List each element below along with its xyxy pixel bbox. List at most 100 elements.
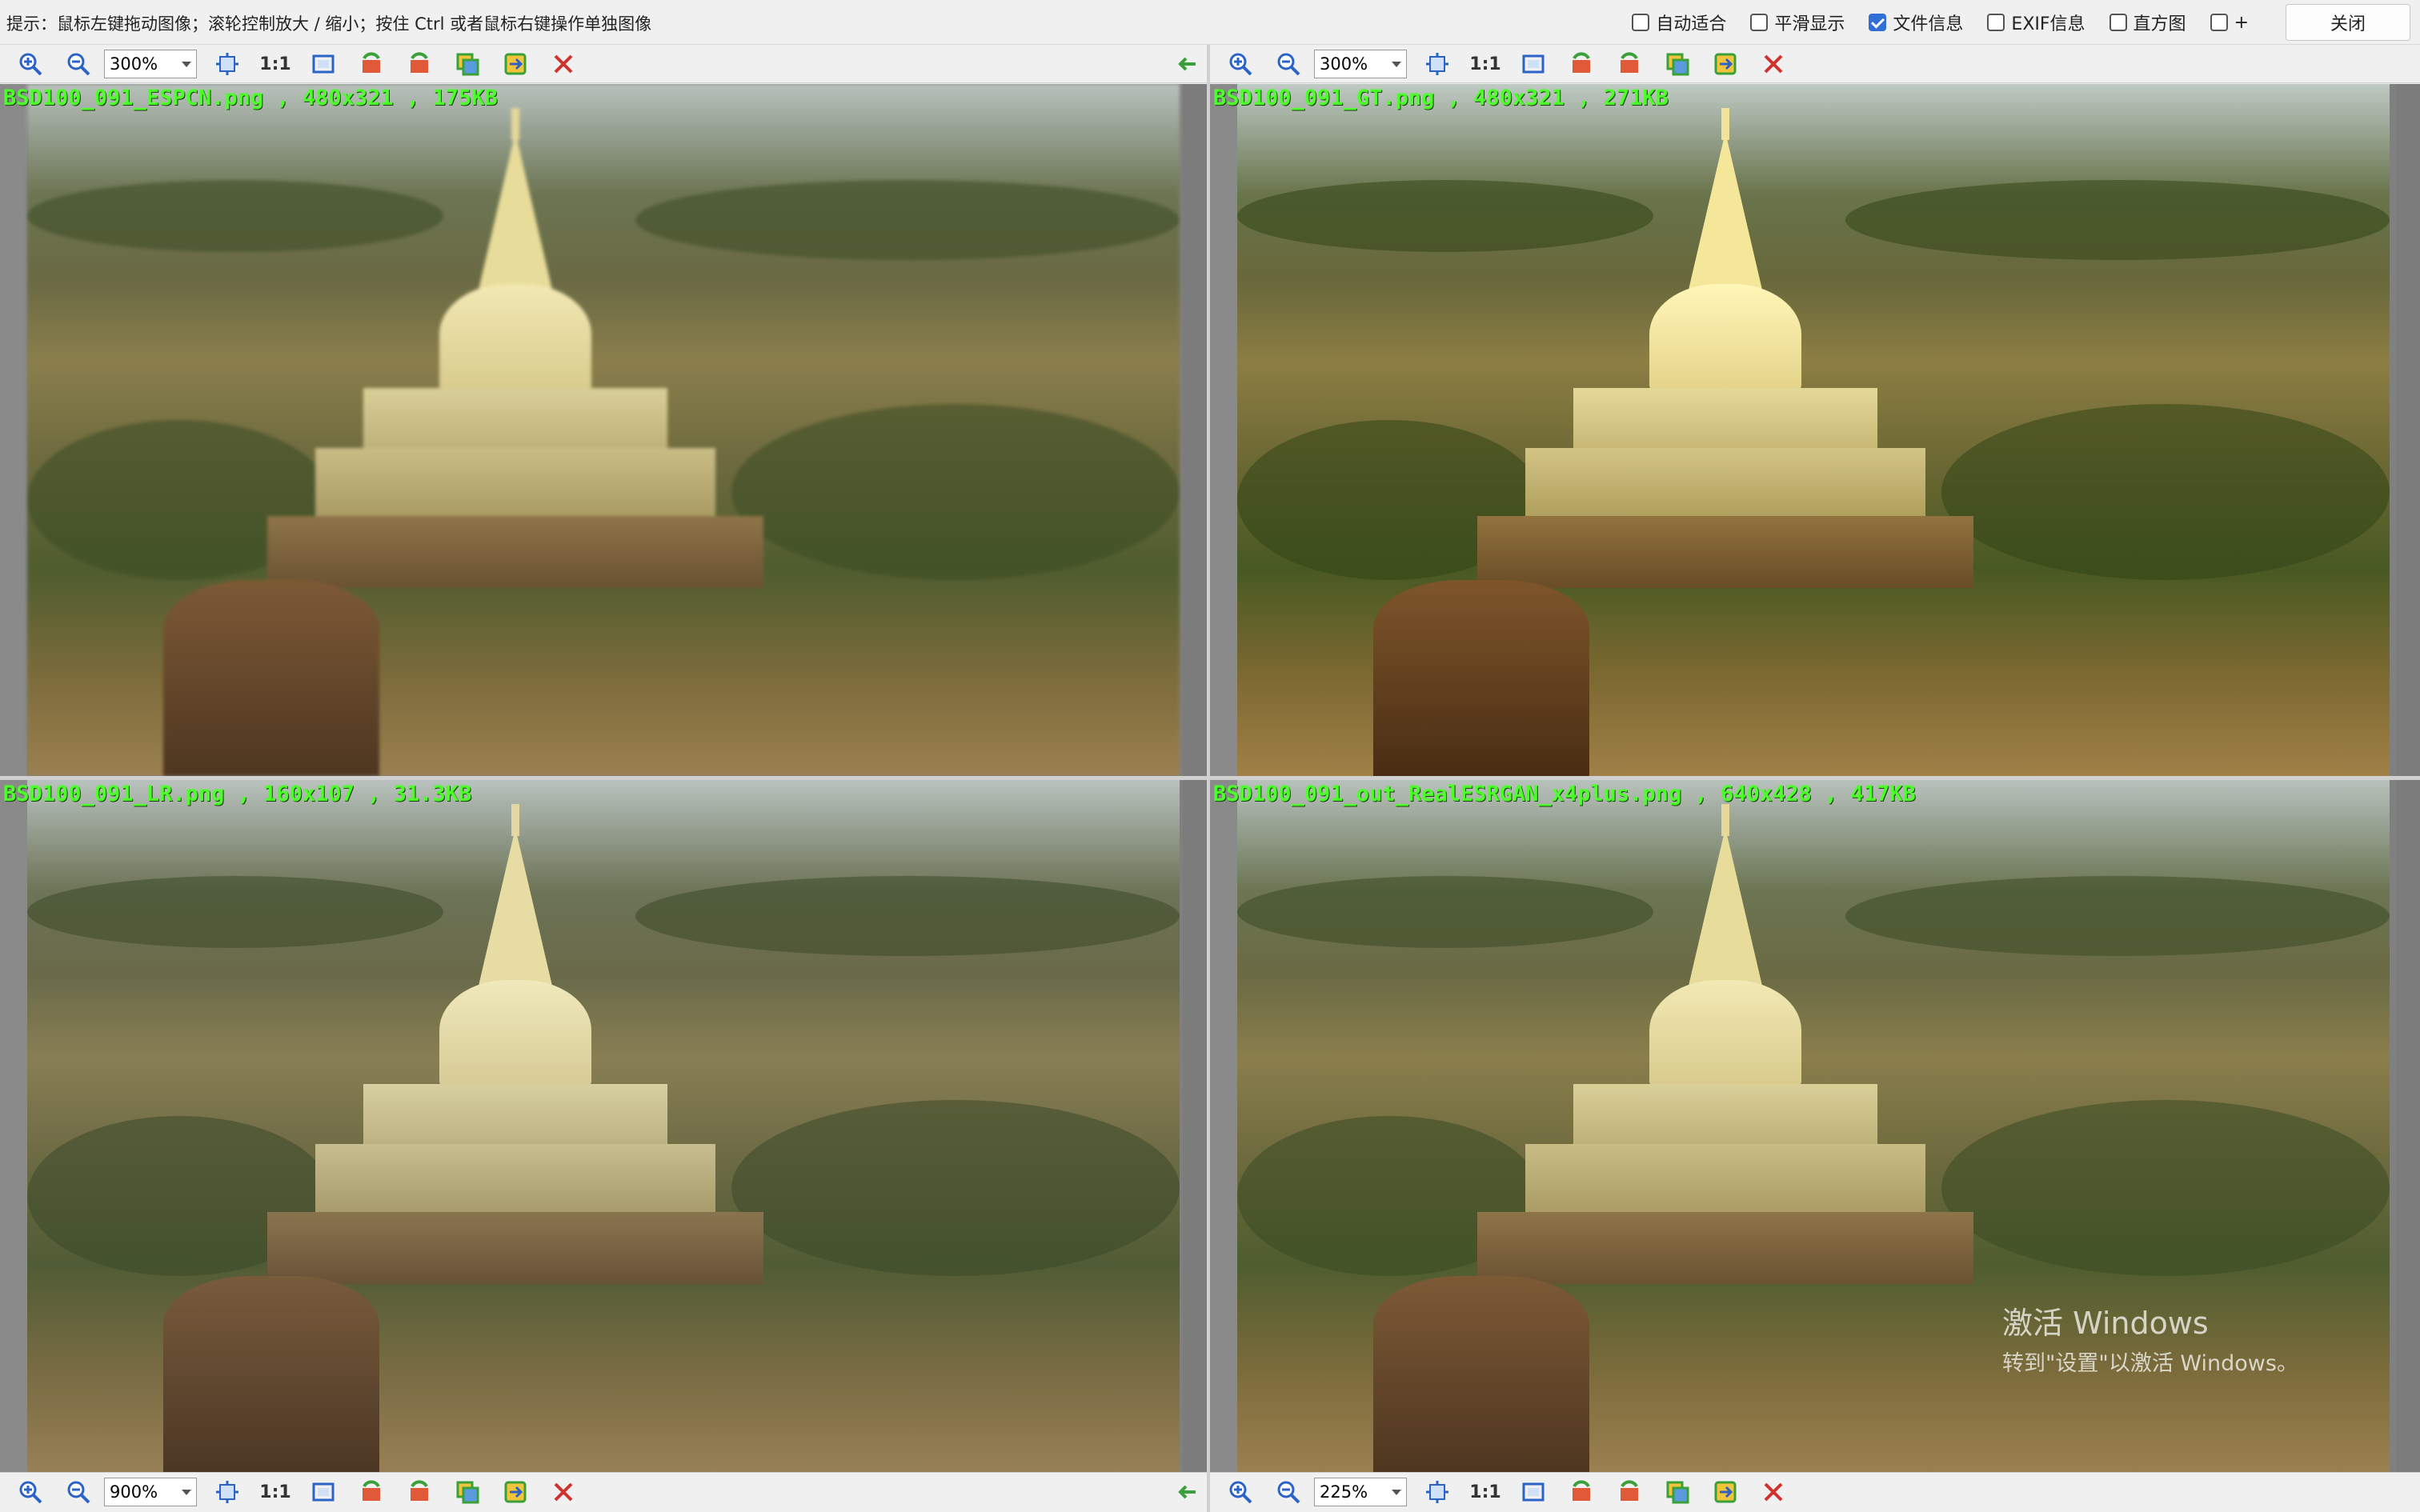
zoom-in-icon <box>1229 53 1252 76</box>
full-size-button[interactable] <box>1509 45 1557 83</box>
zoom-value: 300% <box>1320 54 1368 74</box>
pane-scrollbar[interactable] <box>2396 84 2420 776</box>
rotate-left-button[interactable] <box>347 1473 395 1511</box>
close-x-icon <box>1764 1482 1783 1502</box>
pane-scrollbar[interactable] <box>1183 84 1207 776</box>
one-to-one-button[interactable]: 1:1 <box>251 45 299 83</box>
image-pane-realesrgan[interactable]: BSD100_091_out_RealESRGAN_x4plus.png , 6… <box>1210 780 2420 1472</box>
pane-gutter <box>0 84 27 776</box>
swap-icon <box>1714 1481 1737 1503</box>
zoom-select[interactable]: 900% <box>104 1478 197 1506</box>
close-image-button[interactable] <box>539 1473 587 1511</box>
hint-text: 提示：鼠标左键拖动图像；滚轮控制放大 / 缩小；按住 Ctrl 或者鼠标右键操作… <box>6 14 652 34</box>
zoom-select[interactable]: 300% <box>104 50 197 78</box>
one-to-one-button[interactable]: 1:1 <box>251 1473 299 1511</box>
pane-scrollbar[interactable] <box>1183 780 1207 1472</box>
zoom-select[interactable]: 225% <box>1314 1478 1407 1506</box>
toolbar-top-right: 300% 1:1 <box>1210 45 2420 83</box>
copy-icon <box>1666 53 1689 76</box>
full-size-button[interactable] <box>299 45 347 83</box>
image-pane-lr[interactable]: BSD100_091_LR.png , 160x107 , 31.3KB <box>0 780 1207 1472</box>
file-info-label: BSD100_091_out_RealESRGAN_x4plus.png , 6… <box>1213 782 1916 806</box>
zoom-in-button[interactable] <box>6 1473 54 1511</box>
zoom-select[interactable]: 300% <box>1314 50 1407 78</box>
pane-gutter <box>1210 84 1237 776</box>
option-plus[interactable]: + <box>2210 13 2249 33</box>
full-size-button[interactable] <box>1509 1473 1557 1511</box>
exif-info-checkbox[interactable] <box>1987 14 2005 31</box>
zoom-out-icon <box>67 53 90 76</box>
close-x-icon <box>554 54 573 74</box>
copy-button[interactable] <box>443 45 491 83</box>
plus-checkbox[interactable] <box>2210 14 2228 31</box>
fit-button[interactable] <box>203 1473 251 1511</box>
full-size-button[interactable] <box>299 1473 347 1511</box>
close-image-button[interactable] <box>1749 45 1797 83</box>
close-button[interactable]: 关闭 <box>2286 4 2410 41</box>
rotate-right-button[interactable] <box>1605 1473 1653 1511</box>
copy-button[interactable] <box>1653 1473 1701 1511</box>
fit-icon <box>216 1481 238 1503</box>
zoom-in-button[interactable] <box>1216 1473 1264 1511</box>
close-image-button[interactable] <box>1749 1473 1797 1511</box>
fit-button[interactable] <box>1413 45 1461 83</box>
one-to-one-label: 1:1 <box>1469 1482 1501 1502</box>
zoom-in-button[interactable] <box>1216 45 1264 83</box>
file-info-checkbox[interactable] <box>1869 14 1887 31</box>
zoom-out-button[interactable] <box>54 1473 102 1511</box>
copy-button[interactable] <box>1653 45 1701 83</box>
pagoda-image <box>27 780 1180 1472</box>
sync-left-button[interactable] <box>1167 45 1207 83</box>
plus-label: + <box>2234 12 2249 33</box>
rotate-right-icon <box>411 1480 428 1501</box>
zoom-out-button[interactable] <box>1264 45 1312 83</box>
close-image-button[interactable] <box>539 45 587 83</box>
zoom-out-button[interactable] <box>54 45 102 83</box>
pane-gutter <box>1210 780 1237 1472</box>
image-pane-espcn[interactable]: BSD100_091_ESPCN.png , 480x321 , 175KB <box>0 84 1207 776</box>
rotate-right-button[interactable] <box>395 45 443 83</box>
option-file-info[interactable]: 文件信息 <box>1869 10 1963 35</box>
pane-scrollbar[interactable] <box>2396 780 2420 1472</box>
copy-icon <box>456 53 479 76</box>
option-exif-info[interactable]: EXIF信息 <box>1987 10 2085 35</box>
rotate-right-button[interactable] <box>1605 45 1653 83</box>
zoom-value: 900% <box>110 1482 158 1502</box>
zoom-in-icon <box>1229 1481 1252 1504</box>
full-size-icon <box>312 1482 335 1502</box>
sync-left-button[interactable] <box>1167 1473 1207 1511</box>
chevron-down-icon <box>182 1489 191 1495</box>
rotate-left-button[interactable] <box>1557 45 1605 83</box>
swap-button[interactable] <box>1701 45 1749 83</box>
smooth-display-checkbox[interactable] <box>1750 14 1769 31</box>
display-options: 自动适合 平滑显示 文件信息 EXIF信息 直方图 + <box>1632 0 2249 45</box>
copy-icon <box>456 1481 479 1504</box>
exif-info-label: EXIF信息 <box>2011 14 2085 34</box>
hint-bar: 提示：鼠标左键拖动图像；滚轮控制放大 / 缩小；按住 Ctrl 或者鼠标右键操作… <box>0 0 2420 45</box>
option-auto-fit[interactable]: 自动适合 <box>1632 10 1726 35</box>
copy-button[interactable] <box>443 1473 491 1511</box>
swap-button[interactable] <box>491 45 539 83</box>
swap-button[interactable] <box>1701 1473 1749 1511</box>
swap-icon <box>1714 53 1737 75</box>
close-x-icon <box>554 1482 573 1502</box>
option-smooth-display[interactable]: 平滑显示 <box>1750 10 1845 35</box>
histogram-checkbox[interactable] <box>2109 14 2127 31</box>
one-to-one-button[interactable]: 1:1 <box>1461 45 1509 83</box>
one-to-one-button[interactable]: 1:1 <box>1461 1473 1509 1511</box>
option-histogram[interactable]: 直方图 <box>2109 10 2186 35</box>
rotate-right-icon <box>1621 52 1638 73</box>
toolbar-top-left: 300% 1:1 <box>0 45 1207 83</box>
rotate-left-button[interactable] <box>1557 1473 1605 1511</box>
image-pane-gt[interactable]: BSD100_091_GT.png , 480x321 , 271KB <box>1210 84 2420 776</box>
auto-fit-checkbox[interactable] <box>1632 14 1650 31</box>
swap-button[interactable] <box>491 1473 539 1511</box>
file-info-label: 文件信息 <box>1893 14 1964 34</box>
zoom-out-button[interactable] <box>1264 1473 1312 1511</box>
fit-button[interactable] <box>203 45 251 83</box>
image-compare-window: 提示：鼠标左键拖动图像；滚轮控制放大 / 缩小；按住 Ctrl 或者鼠标右键操作… <box>0 0 2420 1512</box>
rotate-left-button[interactable] <box>347 45 395 83</box>
rotate-right-button[interactable] <box>395 1473 443 1511</box>
zoom-in-button[interactable] <box>6 45 54 83</box>
fit-button[interactable] <box>1413 1473 1461 1511</box>
